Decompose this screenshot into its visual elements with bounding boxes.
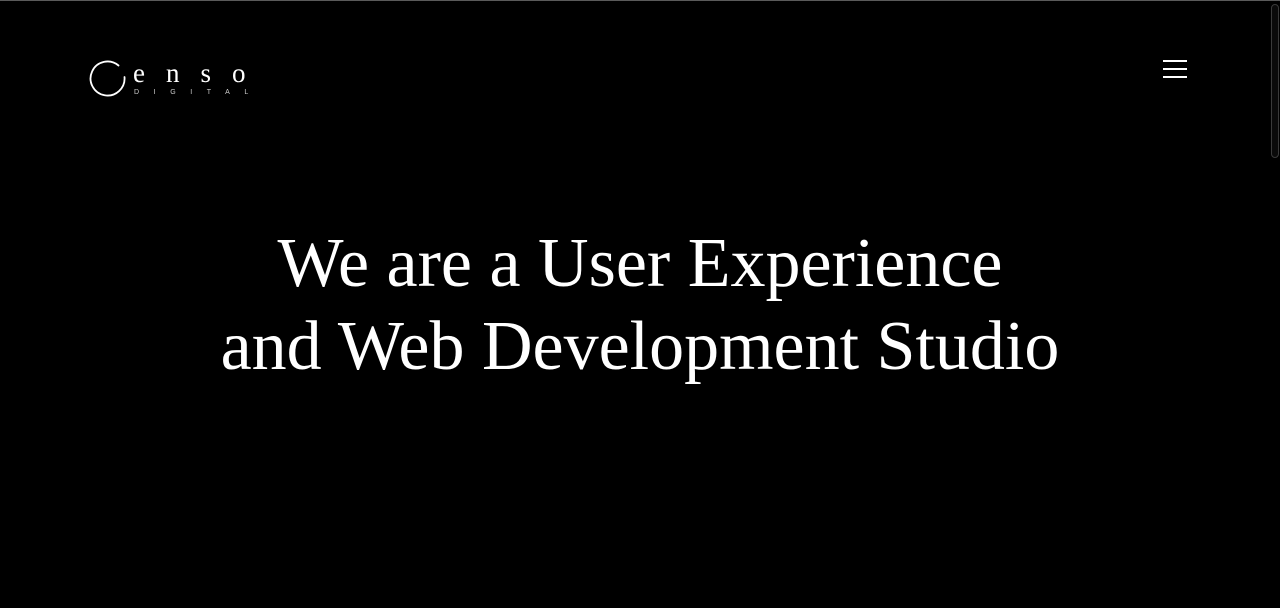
menu-bar-middle	[1163, 68, 1187, 70]
hero-heading: We are a User Experience and Web Develop…	[0, 222, 1280, 388]
window-top-border	[0, 0, 1280, 1]
menu-bar-bottom	[1163, 76, 1187, 78]
enso-circle-icon	[89, 60, 126, 97]
logo-wordmark: enso	[133, 58, 267, 88]
hero-line-2: and Web Development Studio	[220, 308, 1060, 385]
scrollbar-thumb[interactable]	[1271, 4, 1279, 158]
menu-bar-top	[1163, 60, 1187, 62]
hamburger-menu-icon[interactable]	[1160, 56, 1190, 84]
logo-subtitle: DIGITAL	[134, 89, 263, 96]
hero-line-1: We are a User Experience	[277, 225, 1003, 302]
site-logo-link[interactable]: enso DIGITAL	[88, 58, 278, 100]
